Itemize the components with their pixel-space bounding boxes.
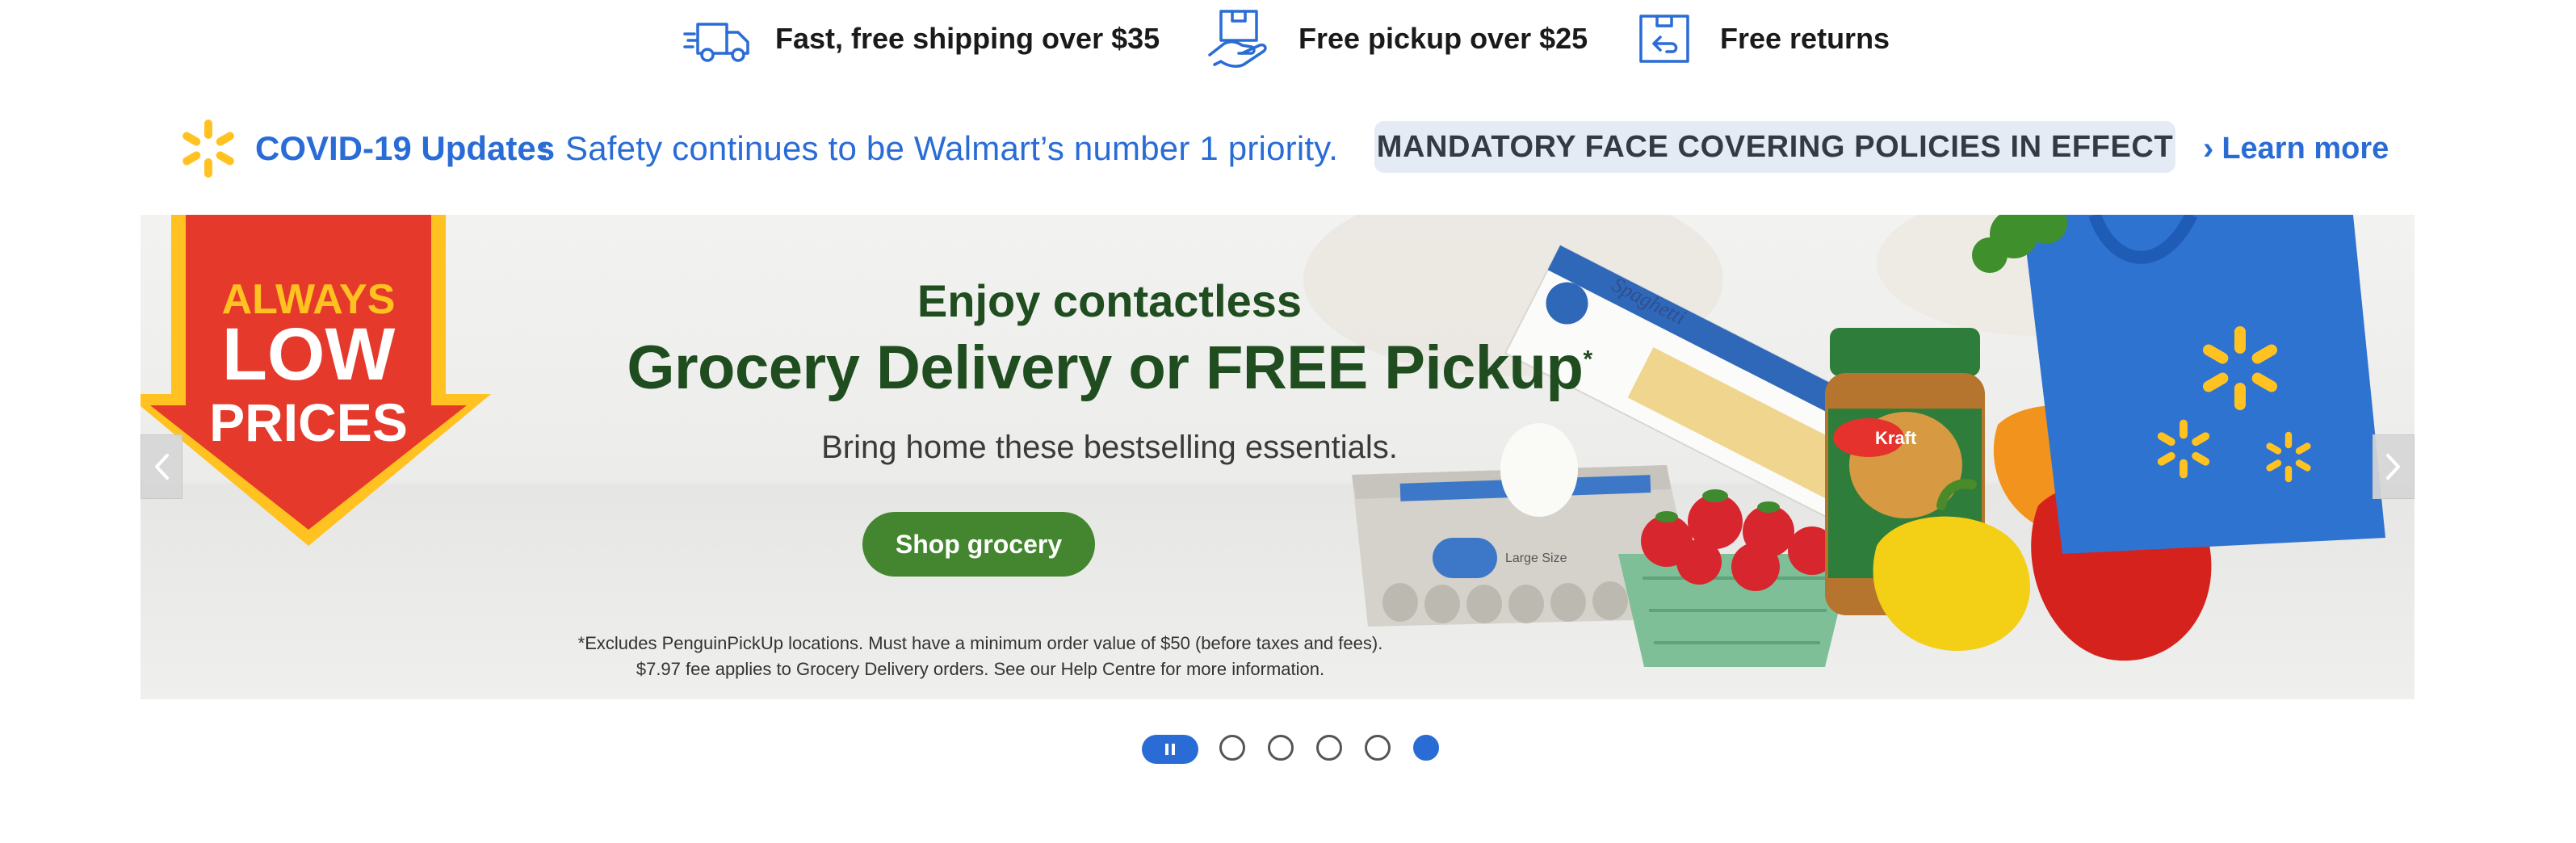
covid-message: Safety continues to be Walmart’s number … <box>565 129 1339 167</box>
chevron-right-icon <box>2386 454 2400 480</box>
chevron-right-icon: › <box>2203 131 2214 166</box>
carousel-dot-2[interactable] <box>1268 735 1294 761</box>
perk-label: Free returns <box>1720 22 1890 55</box>
learn-more-link[interactable]: › Learn more <box>2203 131 2389 167</box>
badge-line-low: LOW <box>222 313 396 396</box>
hero-fine-print: *Excludes PenguinPickUp locations. Must … <box>577 633 1383 653</box>
kraft-label: Kraft <box>1875 428 1917 448</box>
perks-bar: Fast, free shipping over $35 Free pickup… <box>0 0 2576 78</box>
carousel-dot-5[interactable] <box>1413 735 1439 761</box>
shop-grocery-button[interactable]: Shop grocery <box>862 512 1095 577</box>
delivery-truck-icon <box>683 13 751 65</box>
pause-icon <box>1165 744 1175 755</box>
covid-colon: : <box>538 129 549 167</box>
hero-fine-print: $7.97 fee applies to Grocery Delivery or… <box>636 659 1325 679</box>
perk-pickup[interactable]: Free pickup over $25 <box>1206 8 1588 69</box>
perk-returns[interactable]: Free returns <box>1634 8 1890 69</box>
returns-box-icon <box>1634 8 1696 69</box>
hero-headline-1: Enjoy contactless <box>917 275 1303 326</box>
perk-label: Free pickup over $25 <box>1298 22 1588 55</box>
carousel-dot-3[interactable] <box>1316 735 1342 761</box>
chevron-left-icon <box>155 454 169 480</box>
egg-size-label: Large Size <box>1505 552 1567 565</box>
perk-shipping[interactable]: Fast, free shipping over $35 <box>683 8 1160 69</box>
walmart-spark-icon <box>176 116 241 185</box>
pickup-hand-box-icon <box>1206 8 1274 69</box>
walmart-reusable-bag <box>2022 215 2385 554</box>
carousel-dot-1[interactable] <box>1219 735 1245 761</box>
hero-headline-2: Grocery Delivery or FREE Pickup* <box>528 333 1691 403</box>
asterisk-mark: * <box>1583 346 1592 373</box>
carousel-dot-4[interactable] <box>1365 735 1391 761</box>
carousel-pagination <box>0 732 2576 767</box>
hero-subheadline: Bring home these bestselling essentials. <box>821 430 1398 465</box>
hero-headline-2-text: Grocery Delivery or FREE Pickup <box>627 333 1584 402</box>
mandatory-face-covering-badge: MANDATORY FACE COVERING POLICIES IN EFFE… <box>1374 121 2175 173</box>
perk-label: Fast, free shipping over $35 <box>775 22 1160 55</box>
learn-more-label: Learn more <box>2221 132 2389 166</box>
hero-banner[interactable]: Spaghetti Kraft Large Size ALWAYS LOW PR… <box>141 215 2414 699</box>
badge-line-prices: PRICES <box>209 392 408 452</box>
carousel-next-button[interactable] <box>2373 434 2414 499</box>
carousel-pause-button[interactable] <box>1142 735 1198 764</box>
carousel-prev-button[interactable] <box>141 434 183 499</box>
covid-banner: COVID-19 Updates : Safety continues to b… <box>0 113 2576 186</box>
covid-title: COVID-19 Updates <box>255 129 556 167</box>
